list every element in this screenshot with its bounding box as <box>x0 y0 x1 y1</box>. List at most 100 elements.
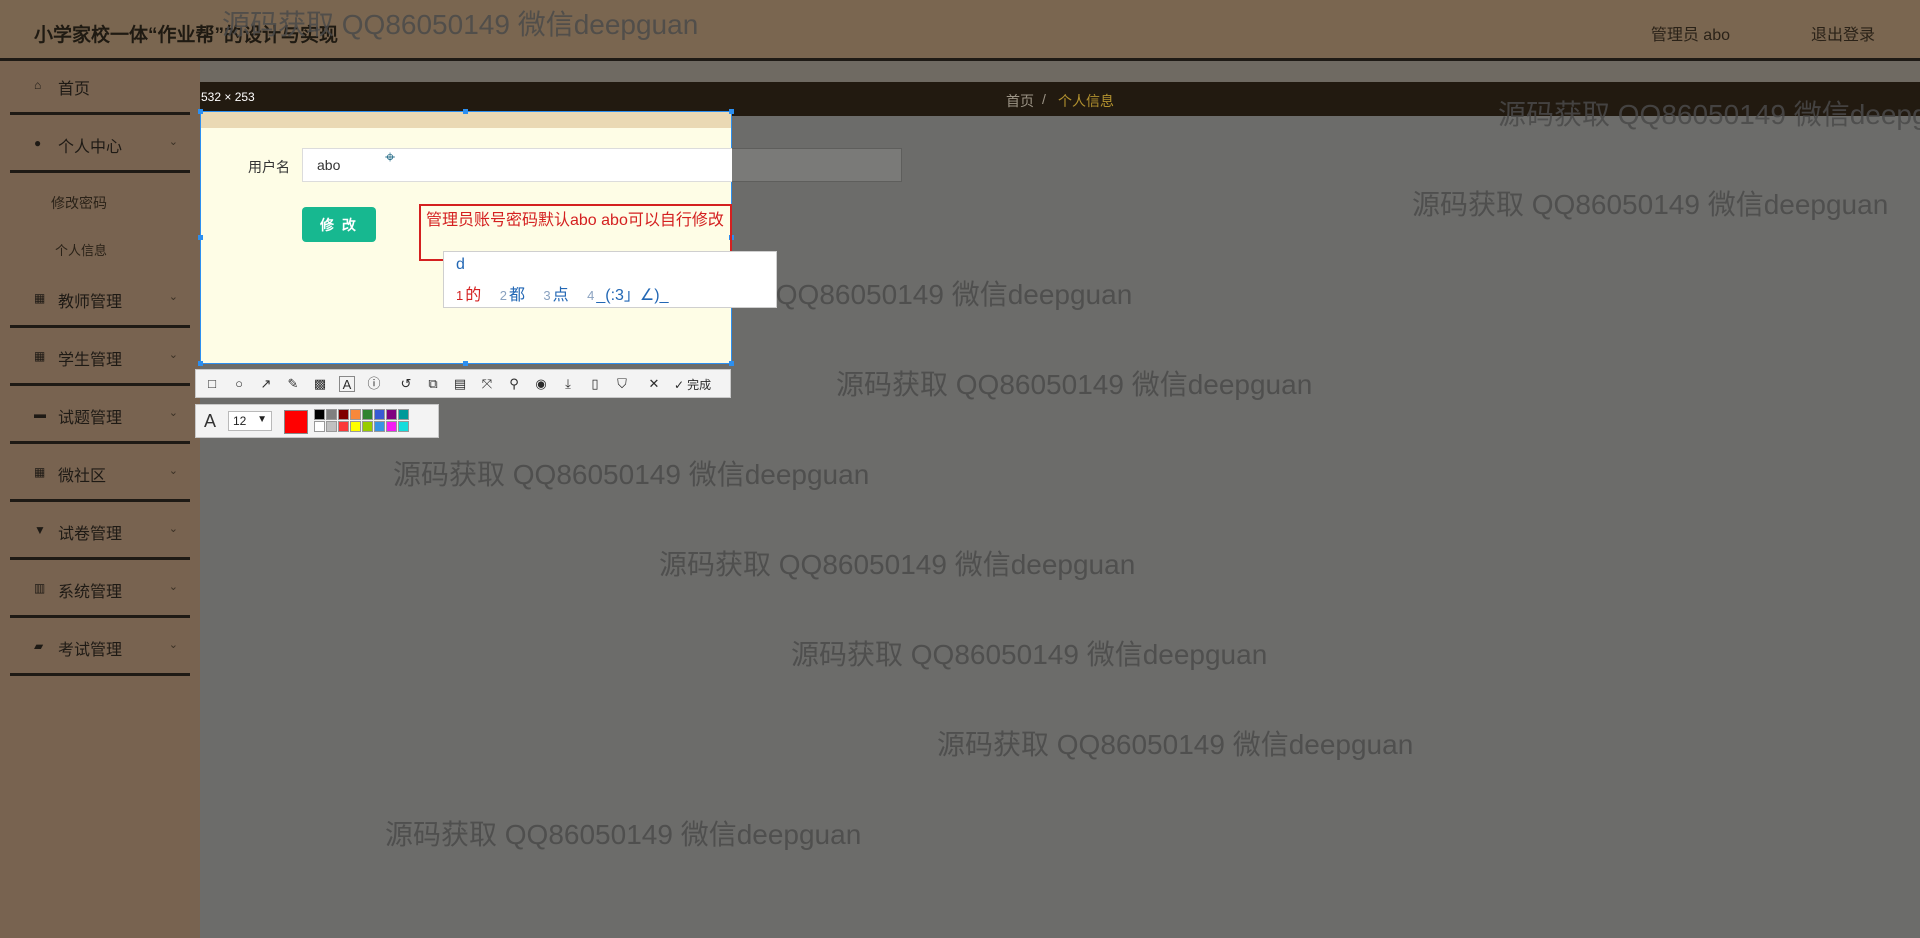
sidebar-item-home[interactable]: ⌂ 首页 <box>10 61 190 115</box>
done-label: 完成 <box>687 378 712 392</box>
chevron-down-icon: ⌄ <box>168 581 178 593</box>
close-icon[interactable]: ✕ <box>646 376 662 392</box>
color-swatch[interactable] <box>338 421 349 432</box>
chat-icon: ▰ <box>34 639 44 653</box>
resize-handle[interactable] <box>463 109 468 114</box>
watermark-text: 源码获取 QQ86050149 微信deepguan <box>937 729 1414 760</box>
text-tool-icon[interactable]: A <box>339 376 355 392</box>
arrow-tool-icon[interactable]: ↗ <box>258 376 274 392</box>
color-swatch[interactable] <box>326 421 337 432</box>
logout-link[interactable]: 退出登录 <box>1811 21 1875 45</box>
color-swatch[interactable] <box>350 409 361 420</box>
sidebar-item-community[interactable]: ▦ 微社区 ⌄ <box>10 448 190 502</box>
font-icon: A <box>204 411 217 431</box>
ime-candidate[interactable]: 的 <box>465 287 481 304</box>
text-style-toolbar: A 12 ▼ <box>195 404 439 438</box>
record-icon[interactable]: ◉ <box>533 376 549 392</box>
sidebar-item-student-mgmt[interactable]: ▦ 学生管理 ⌄ <box>10 332 190 386</box>
watermark-text: 源码获取 QQ86050149 微信deepguan <box>393 459 870 490</box>
resize-handle[interactable] <box>198 361 203 366</box>
chevron-down-icon: ⌄ <box>168 407 178 419</box>
watermark-text: 源码获取 QQ86050149 微信deepguan <box>659 549 1136 580</box>
sidebar-item-label: 个人中心 <box>58 139 123 156</box>
pin-icon[interactable]: ⚲ <box>506 376 522 392</box>
rectangle-tool-icon[interactable]: □ <box>204 376 220 392</box>
ime-candidate-number: 2 <box>499 288 507 303</box>
crop-icon[interactable]: ⧉ <box>425 376 441 392</box>
phone-icon[interactable]: ▯ <box>587 376 603 392</box>
username-input[interactable] <box>302 148 732 182</box>
resize-handle[interactable] <box>463 361 468 366</box>
sidebar-item-label: 试题管理 <box>58 410 123 427</box>
color-swatch[interactable] <box>374 421 385 432</box>
sidebar-item-question-mgmt[interactable]: ▬ 试题管理 ⌄ <box>10 390 190 444</box>
sidebar-item-exam-mgmt[interactable]: ▰ 考试管理 ⌄ <box>10 622 190 676</box>
sidebar-item-label: 考试管理 <box>58 642 123 659</box>
ellipse-tool-icon[interactable]: ○ <box>231 376 247 392</box>
mosaic-tool-icon[interactable]: ▩ <box>312 376 328 392</box>
color-swatch[interactable] <box>374 409 385 420</box>
username-label: 用户名 <box>248 159 290 175</box>
sidebar-item-system-mgmt[interactable]: ▥ 系统管理 ⌄ <box>10 564 190 618</box>
color-swatch[interactable] <box>362 409 373 420</box>
sidebar-item-personal-center[interactable]: ● 个人中心 ⌄ <box>10 119 190 173</box>
ime-candidate[interactable]: _(:3」∠)_ <box>596 287 668 304</box>
breadcrumb-home[interactable]: 首页 <box>1006 91 1034 111</box>
ime-candidate-number: 1 <box>456 288 464 303</box>
download-icon[interactable]: ⤓ <box>560 376 576 392</box>
watermark-text: 源码获取 QQ86050149 微信deepguan <box>791 639 1268 670</box>
sidebar-item-label: 试卷管理 <box>58 526 123 543</box>
user-icon: ● <box>34 136 42 150</box>
grid-icon: ▦ <box>34 291 46 305</box>
sidebar-item-teacher-mgmt[interactable]: ▦ 教师管理 ⌄ <box>10 274 190 328</box>
color-swatch[interactable] <box>398 421 409 432</box>
watermark-text: 源码获取 QQ86050149 微信deepguan <box>1498 99 1920 130</box>
ime-candidate-number: 4 <box>587 288 595 303</box>
watermark-text: 源码获取 QQ86050149 微信deepguan <box>222 9 699 40</box>
selection-size-label: 532 × 253 <box>201 90 255 104</box>
breadcrumb-separator: / <box>1042 91 1046 107</box>
color-swatch[interactable] <box>326 409 337 420</box>
chevron-down-icon: ⌄ <box>168 639 178 651</box>
font-size-select[interactable]: 12 ▼ <box>228 411 272 431</box>
color-swatch[interactable] <box>338 409 349 420</box>
number-tool-icon[interactable]: ⓘ <box>366 376 382 392</box>
ocr-icon[interactable]: ▤ <box>452 376 468 392</box>
undo-icon[interactable]: ↺ <box>398 376 414 392</box>
cup-icon: ▼ <box>34 523 46 537</box>
sidebar-item-label: 微社区 <box>58 468 107 485</box>
chevron-down-icon: ▼ <box>257 414 267 425</box>
color-swatch[interactable] <box>350 421 361 432</box>
ime-composition: d <box>456 256 465 273</box>
done-button[interactable]: ✓ 完成 <box>674 376 711 393</box>
color-swatch[interactable] <box>398 409 409 420</box>
resize-handle[interactable] <box>729 361 734 366</box>
font-size-value: 12 <box>233 414 247 428</box>
resize-handle[interactable] <box>198 235 203 240</box>
color-swatch[interactable] <box>362 421 373 432</box>
bookmark-icon[interactable]: ⛉ <box>614 376 630 392</box>
color-swatch[interactable] <box>386 421 397 432</box>
resize-handle[interactable] <box>729 109 734 114</box>
username-input-dimmed <box>730 148 902 182</box>
sidebar-item-label: 教师管理 <box>58 294 123 311</box>
sidebar-subitem-profile[interactable]: 个人信息 <box>55 240 107 259</box>
sidebar-subitem-change-password[interactable]: 修改密码 <box>51 193 107 213</box>
resize-handle[interactable] <box>198 109 203 114</box>
scroll-capture-icon[interactable]: ⤧ <box>479 376 495 392</box>
ime-candidate[interactable]: 点 <box>553 287 569 304</box>
chevron-down-icon: ⌄ <box>168 136 178 148</box>
book-icon: ▬ <box>34 407 46 421</box>
watermark-text: 源码获取 QQ86050149 微信deepguan <box>836 369 1313 400</box>
ime-candidate[interactable]: 都 <box>509 287 525 304</box>
color-swatch[interactable] <box>386 409 397 420</box>
color-swatch[interactable] <box>314 421 325 432</box>
pencil-tool-icon[interactable]: ✎ <box>285 376 301 392</box>
current-color-swatch[interactable] <box>284 410 308 434</box>
sidebar-item-label: 系统管理 <box>58 584 123 601</box>
sidebar-item-paper-mgmt[interactable]: ▼ 试卷管理 ⌄ <box>10 506 190 560</box>
library-icon: ▥ <box>34 581 46 595</box>
color-swatch[interactable] <box>314 409 325 420</box>
modify-button[interactable]: 修 改 <box>302 207 376 242</box>
ime-candidate-window: d 1的 2都 3点 4 _(:3」∠)_ <box>443 251 777 308</box>
